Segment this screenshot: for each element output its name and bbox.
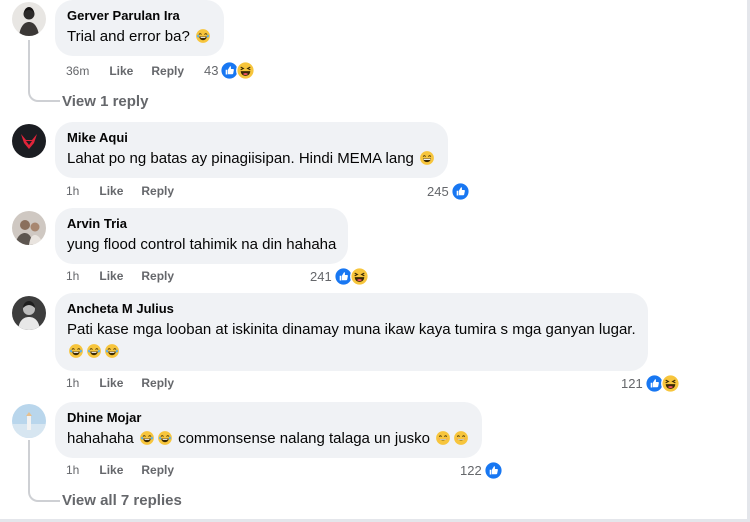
reply-button[interactable]: Reply: [151, 63, 184, 79]
reaction-summary[interactable]: 245: [427, 182, 470, 201]
view-all-replies-link[interactable]: View all 7 replies: [62, 492, 182, 509]
comment-time[interactable]: 1h: [66, 462, 79, 478]
reply-button[interactable]: Reply: [141, 268, 174, 284]
haha-reaction-icon: [661, 374, 680, 393]
comment-author[interactable]: Gerver Parulan Ira: [67, 8, 212, 24]
comment-text: yung flood control tahimik na din hahaha: [67, 236, 337, 253]
like-button[interactable]: Like: [99, 268, 123, 284]
like-button[interactable]: Like: [99, 462, 123, 478]
comment-author[interactable]: Dhine Mojar: [67, 410, 470, 426]
reaction-count: 121: [621, 375, 643, 391]
comment-text: hahahaha commonsense nalang talaga un ju…: [67, 429, 470, 449]
reply-thread-line: [28, 40, 60, 102]
comment-bubble: Ancheta M Julius Pati kase mga looban at…: [55, 293, 648, 371]
comment-bubble: Gerver Parulan Ira Trial and error ba?: [55, 0, 225, 56]
smiling-emoji: [453, 430, 469, 446]
comment-emoji-row: [67, 342, 636, 362]
comment-actions: 36m Like Reply: [66, 63, 202, 79]
avatar[interactable]: [12, 124, 46, 158]
reaction-summary[interactable]: 43: [204, 61, 255, 80]
comment-time[interactable]: 1h: [66, 268, 79, 284]
comment-bubble: Dhine Mojar hahahaha commonsense nalang …: [55, 402, 483, 458]
comment-author[interactable]: Mike Aqui: [67, 130, 436, 146]
comment-time[interactable]: 36m: [66, 63, 89, 79]
comment-text: Trial and error ba?: [67, 27, 212, 47]
smiling-emoji: [435, 430, 451, 446]
avatar[interactable]: [12, 211, 46, 245]
reaction-count: 245: [427, 183, 449, 199]
like-button[interactable]: Like: [99, 183, 123, 199]
like-button[interactable]: Like: [109, 63, 133, 79]
view-replies-link[interactable]: View 1 reply: [62, 93, 148, 110]
comment-bubble: Mike Aqui Lahat po ng batas ay pinagiisi…: [55, 122, 449, 178]
laughing-tears-emoji: [68, 343, 84, 359]
reply-button[interactable]: Reply: [141, 183, 174, 199]
haha-reaction-icon: [350, 267, 369, 286]
reaction-count: 241: [310, 268, 332, 284]
like-reaction-icon: [451, 182, 470, 201]
comment-actions: 1h Like Reply: [66, 462, 192, 478]
reaction-summary[interactable]: 122: [460, 461, 503, 480]
comment-time[interactable]: 1h: [66, 183, 79, 199]
reaction-summary[interactable]: 241: [310, 267, 369, 286]
comment-bubble: Arvin Tria yung flood control tahimik na…: [55, 208, 349, 264]
comment-actions: 1h Like Reply: [66, 183, 192, 199]
reply-button[interactable]: Reply: [141, 462, 174, 478]
reaction-count: 43: [204, 62, 219, 78]
avatar[interactable]: [12, 2, 46, 36]
comment-text: Lahat po ng batas ay pinagiisipan. Hindi…: [67, 149, 436, 169]
laughing-tears-emoji: [195, 28, 211, 44]
laughing-tears-emoji: [157, 430, 173, 446]
laughing-tears-emoji: [86, 343, 102, 359]
laughing-tears-emoji: [104, 343, 120, 359]
comment-author[interactable]: Arvin Tria: [67, 216, 336, 232]
grinning-emoji: [419, 150, 435, 166]
comment-actions: 1h Like Reply: [66, 375, 192, 391]
reply-thread-line: [28, 440, 60, 502]
like-button[interactable]: Like: [99, 375, 123, 391]
comment-time[interactable]: 1h: [66, 375, 79, 391]
reaction-count: 122: [460, 462, 482, 478]
avatar[interactable]: [12, 404, 46, 438]
like-reaction-icon: [484, 461, 503, 480]
comment-author[interactable]: Ancheta M Julius: [67, 301, 636, 317]
avatar[interactable]: [12, 296, 46, 330]
reply-button[interactable]: Reply: [141, 375, 174, 391]
haha-reaction-icon: [236, 61, 255, 80]
laughing-tears-emoji: [139, 430, 155, 446]
reaction-summary[interactable]: 121: [621, 374, 680, 393]
comment-actions: 1h Like Reply: [66, 268, 192, 284]
comment-text: Pati kase mga looban at iskinita dinamay…: [67, 321, 636, 338]
